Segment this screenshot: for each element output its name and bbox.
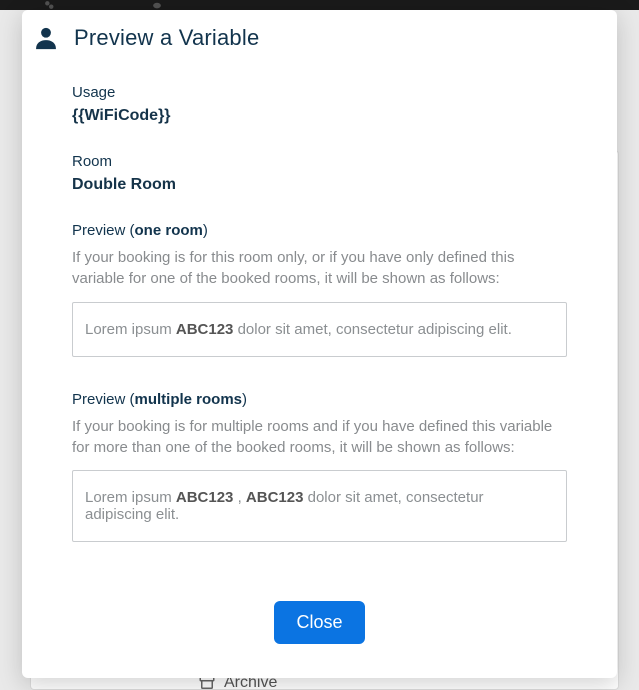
preview-one-label-prefix: Preview (	[72, 222, 135, 239]
gears-icon	[40, 0, 58, 10]
preview-one-explain: If your booking is for this room only, o…	[72, 247, 567, 290]
person-icon	[32, 24, 60, 52]
room-value: Double Room	[72, 176, 567, 194]
preview-one-label: Preview (one room)	[72, 222, 567, 239]
modal-header: Preview a Variable	[22, 10, 617, 66]
preview-one-label-em: one room	[135, 222, 203, 239]
preview-one-sample-code: ABC123	[176, 321, 234, 338]
preview-multi-label-em: multiple rooms	[135, 391, 243, 408]
preview-multi-sample-code2: ABC123	[246, 489, 304, 506]
close-button[interactable]: Close	[274, 601, 364, 644]
cloud-icon	[148, 0, 166, 10]
room-label: Room	[72, 153, 567, 170]
top-header-icons	[40, 0, 166, 10]
preview-variable-modal: Preview a Variable Usage {{WiFiCode}} Ro…	[22, 10, 617, 678]
preview-multi-sample-before: Lorem ipsum	[85, 489, 176, 506]
archive-icon	[198, 677, 216, 689]
usage-label: Usage	[72, 84, 567, 101]
usage-value: {{WiFiCode}}	[72, 107, 567, 125]
preview-multi-sample-sep: ,	[233, 489, 246, 506]
preview-multi-sample-code1: ABC123	[176, 489, 234, 506]
preview-multi-box: Lorem ipsum ABC123 , ABC123 dolor sit am…	[72, 470, 567, 542]
preview-one-box: Lorem ipsum ABC123 dolor sit amet, conse…	[72, 302, 567, 357]
preview-multi-label: Preview (multiple rooms)	[72, 391, 567, 408]
preview-one-sample-after: dolor sit amet, consectetur adipiscing e…	[233, 321, 511, 338]
preview-multi-label-suffix: )	[242, 391, 247, 408]
preview-one-sample-before: Lorem ipsum	[85, 321, 176, 338]
modal-body: Usage {{WiFiCode}} Room Double Room Prev…	[22, 66, 617, 595]
background-archive-row: Archive	[198, 677, 498, 689]
preview-multi-explain: If your booking is for multiple rooms an…	[72, 416, 567, 459]
preview-one-label-suffix: )	[203, 222, 208, 239]
modal-title: Preview a Variable	[74, 25, 259, 51]
preview-multi-label-prefix: Preview (	[72, 391, 135, 408]
modal-footer: Close	[22, 595, 617, 678]
background-archive-label: Archive	[224, 677, 277, 689]
